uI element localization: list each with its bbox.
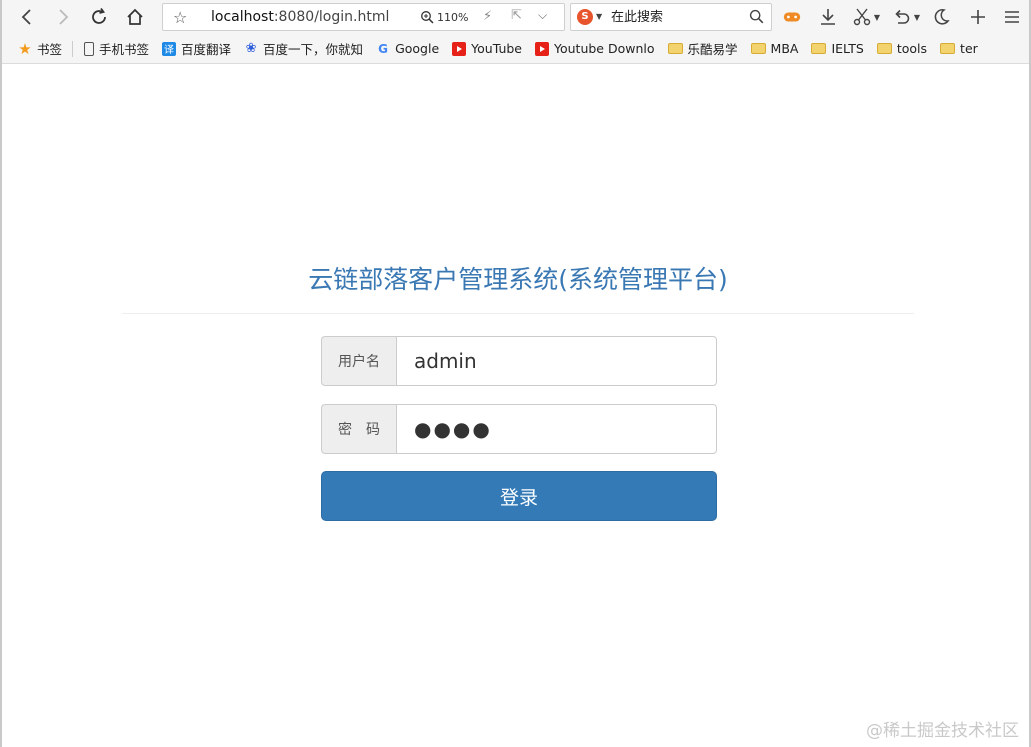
bookmark-label: Youtube Downlo — [554, 41, 655, 56]
url-path: :8080/login.html — [273, 9, 390, 25]
bookmark-star-icon[interactable]: ☆ — [173, 8, 187, 27]
bookmark-label: 乐酷易学 — [687, 42, 738, 57]
folder-icon — [750, 43, 766, 54]
username-input[interactable] — [396, 336, 717, 386]
bookmark-label: IELTS — [831, 41, 864, 56]
bookmark-label: MBA — [770, 41, 799, 56]
bookmark-label: tools — [896, 41, 928, 56]
search-box: S ▼ — [570, 3, 772, 31]
bookmark-label: 百度一下，你就知 — [263, 42, 364, 57]
reload-icon[interactable] — [86, 4, 112, 30]
page-title: 云链部落客户管理系统(系统管理平台) — [308, 265, 728, 294]
new-tab-plus-icon[interactable] — [965, 4, 991, 30]
google-icon: G — [378, 41, 388, 56]
star-icon: ★ — [18, 39, 32, 58]
bookmark-label: ter — [960, 41, 978, 56]
scissors-dropdown-icon[interactable]: ▼ — [871, 4, 883, 30]
password-group: 密 码 — [321, 404, 717, 454]
bookmark-folder[interactable]: 乐酷易学 — [667, 39, 738, 58]
sogou-engine-icon[interactable]: S — [577, 9, 593, 25]
game-controller-icon[interactable] — [779, 4, 805, 30]
bookmark-label: 百度翻译 — [181, 42, 232, 57]
bookmark-label: Google — [395, 41, 440, 56]
login-button[interactable]: 登录 — [321, 471, 717, 521]
chevron-down-icon[interactable]: ⌵ — [538, 8, 547, 23]
bookmark-label: 手机书签 — [99, 42, 150, 57]
search-input[interactable] — [611, 7, 746, 27]
bookmark-folder[interactable]: IELTS — [811, 41, 864, 56]
bookmark-item[interactable]: Youtube Downlo — [535, 41, 655, 56]
menu-hamburger-icon[interactable] — [999, 4, 1025, 30]
url-text[interactable]: localhost:8080/login.html — [211, 9, 389, 25]
bookmark-item[interactable]: 手机书签 — [84, 39, 149, 58]
lightning-icon[interactable]: ⚡ — [483, 9, 492, 24]
bookmark-item[interactable]: G Google — [376, 41, 439, 56]
title-divider — [122, 313, 914, 314]
phone-icon — [84, 41, 95, 56]
forward-icon[interactable] — [50, 4, 76, 30]
bookmark-item[interactable]: ★ 书签 — [18, 39, 62, 58]
bookmark-folder[interactable]: tools — [876, 41, 928, 56]
folder-icon — [940, 43, 956, 54]
bookmark-separator — [72, 40, 74, 57]
password-label: 密 码 — [321, 404, 396, 454]
browser-window: ☆ localhost:8080/login.html 110% ⚡ ⇱ ⌵ S… — [0, 0, 1031, 747]
folder-icon — [667, 43, 683, 54]
translate-icon: 译 — [162, 41, 177, 56]
baidu-paw-icon: ❀ — [245, 41, 257, 56]
bookmark-folder[interactable]: MBA — [750, 41, 799, 56]
address-bar[interactable]: ☆ localhost:8080/login.html 110% ⚡ ⇱ ⌵ — [162, 3, 565, 31]
zoom-indicator[interactable]: 110% — [420, 10, 468, 24]
url-host: localhost — [211, 9, 274, 25]
bookmark-label: YouTube — [471, 41, 522, 56]
watermark: @稀土掘金技术社区 — [866, 721, 1019, 741]
download-icon[interactable] — [815, 4, 841, 30]
bookmark-item[interactable]: YouTube — [452, 41, 522, 56]
share-icon[interactable]: ⇱ — [511, 8, 522, 23]
back-icon[interactable] — [14, 4, 40, 30]
username-label: 用户名 — [321, 336, 396, 386]
youtube-icon — [535, 41, 549, 56]
zoom-level: 110% — [437, 10, 469, 24]
zoom-icon — [421, 11, 434, 24]
engine-dropdown-icon[interactable]: ▼ — [596, 12, 602, 21]
night-mode-moon-icon[interactable] — [928, 4, 954, 30]
folder-icon — [811, 43, 827, 54]
bookmark-folder[interactable]: ter — [940, 41, 978, 56]
search-icon[interactable] — [749, 9, 764, 28]
password-input[interactable] — [396, 404, 717, 454]
username-group: 用户名 — [321, 336, 717, 386]
home-icon[interactable] — [122, 4, 148, 30]
bookmark-label: 书签 — [37, 42, 63, 57]
bookmarks-bar: ★ 书签 手机书签 译百度翻译 ❀ 百度一下，你就知 G Google YouTube… — [2, 34, 1029, 64]
browser-toolbar: ☆ localhost:8080/login.html 110% ⚡ ⇱ ⌵ S… — [2, 0, 1029, 34]
bookmark-item[interactable]: 译百度翻译 — [162, 39, 231, 58]
youtube-icon — [452, 41, 467, 56]
undo-dropdown-icon[interactable]: ▼ — [911, 4, 923, 30]
bookmark-item[interactable]: ❀ 百度一下，你就知 — [244, 39, 363, 58]
folder-icon — [876, 43, 892, 54]
page-content: 云链部落客户管理系统(系统管理平台) 用户名 密 码 登录 @稀土掘金技术社区 — [2, 64, 1029, 747]
